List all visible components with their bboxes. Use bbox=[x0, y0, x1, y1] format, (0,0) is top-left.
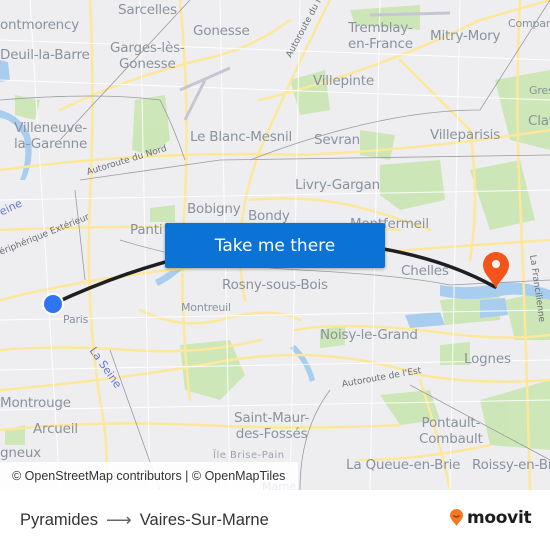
place-label-text: Villeparisis bbox=[430, 127, 501, 143]
woods-area bbox=[480, 380, 550, 450]
place-label-text: La Queue-en-Brie bbox=[346, 457, 461, 473]
place-label-text: Roissy-en-Br bbox=[472, 457, 550, 473]
place-label-text: Le Blanc-Mesnil bbox=[190, 129, 293, 145]
place-label: Compans bbox=[508, 16, 550, 32]
woods-area bbox=[470, 160, 535, 230]
place-label: Le Blanc-Mesnil bbox=[190, 129, 292, 145]
origin-dot-icon bbox=[44, 295, 62, 313]
place-label: Noisy-le-Grand bbox=[320, 327, 418, 343]
place-label: Paris bbox=[63, 312, 88, 328]
place-label: Garges-lès- Gonesse bbox=[110, 40, 185, 72]
place-label-text: la-Garenne bbox=[14, 136, 88, 152]
place-label-text: Montrouge bbox=[0, 395, 71, 411]
place-label-text: Clay bbox=[528, 113, 550, 129]
destination-pin-icon[interactable] bbox=[480, 250, 512, 290]
park-area bbox=[150, 205, 175, 222]
place-label: Livry-Gargan bbox=[295, 177, 380, 193]
place-label: Arcueil bbox=[33, 421, 78, 437]
place-label-text: Lognes bbox=[464, 351, 511, 367]
rail-line bbox=[74, 189, 86, 281]
place-label: gneux bbox=[0, 445, 41, 461]
place-label: Bobigny bbox=[187, 201, 241, 217]
place-label-text: Villeneuve- bbox=[14, 120, 87, 136]
place-label-text: Sevran bbox=[314, 132, 361, 148]
place-label-text: des-Fossés bbox=[235, 426, 308, 442]
route-title: Pyramides ⟶ Vaires-Sur-Marne bbox=[20, 510, 269, 531]
place-label-text: Gonesse bbox=[193, 23, 250, 39]
map[interactable]: Sarcelles ontmorency Gonesse Deuil-la-Barre… bbox=[0, 0, 550, 490]
place-label-text: Sarcelles bbox=[118, 2, 177, 18]
moovit-logo[interactable]: moovit bbox=[449, 508, 532, 528]
place-label-text: Panti bbox=[130, 222, 163, 238]
place-label-text: Rosny-sous-Bois bbox=[222, 277, 328, 293]
place-label: Montrouge bbox=[0, 395, 71, 411]
arrow-right-icon: ⟶ bbox=[105, 510, 132, 530]
place-label-text: en-France bbox=[348, 36, 413, 52]
place-label-text: Gonesse bbox=[119, 56, 176, 72]
place-label-text: Paris bbox=[63, 313, 89, 326]
river-marne bbox=[290, 345, 315, 382]
place-label: Roissy-en-Br bbox=[472, 457, 550, 473]
road bbox=[87, 0, 108, 490]
moovit-pin-icon bbox=[450, 509, 463, 526]
lake bbox=[0, 60, 10, 82]
place-label-text: Pontault- bbox=[421, 415, 481, 431]
place-label: Gonesse bbox=[193, 23, 250, 39]
lake bbox=[405, 312, 445, 328]
street bbox=[0, 399, 550, 411]
airport-runway bbox=[179, 66, 231, 92]
island-label: Île Brise-Pain bbox=[213, 450, 285, 461]
place-label-text: ontmorency bbox=[0, 17, 80, 33]
place-label: Sevran bbox=[314, 132, 360, 148]
moovit-wordmark: moovit bbox=[467, 508, 532, 528]
place-label: Saint-Maur-des-Fossés bbox=[234, 410, 309, 442]
place-label: Bondy bbox=[248, 208, 290, 224]
place-label-text: Villepinte bbox=[313, 73, 374, 89]
place-label-text: Compans bbox=[508, 17, 550, 30]
place-label-text: Chelles bbox=[401, 263, 449, 279]
place-label-text: Gres bbox=[529, 84, 550, 97]
place-label: Deuil-la-Barre bbox=[0, 47, 90, 63]
place-label: Gres bbox=[529, 83, 550, 99]
place-label: ontmorency bbox=[0, 17, 79, 33]
place-label: Tremblay-en-France bbox=[348, 20, 413, 52]
street bbox=[29, 0, 61, 490]
origin-marker[interactable] bbox=[41, 292, 65, 316]
airport-runway bbox=[369, 11, 451, 17]
place-label-text: Bondy bbox=[248, 208, 290, 224]
place-label: Villeneuve-la-Garenne bbox=[14, 120, 87, 152]
origin-name: Pyramides bbox=[20, 511, 98, 529]
place-label-text: Saint-Maur- bbox=[234, 410, 310, 426]
destination-name: Vaires-Sur-Marne bbox=[139, 511, 269, 529]
place-label-text: gneux bbox=[0, 445, 41, 461]
take-me-there-button[interactable]: Take me there bbox=[165, 223, 385, 268]
woods-area bbox=[380, 160, 445, 210]
place-label: Clay bbox=[528, 113, 550, 129]
place-label: Villeparisis bbox=[430, 127, 500, 143]
place-label: Mitry-Mory bbox=[430, 28, 501, 44]
place-label-text: Montreuil bbox=[181, 301, 231, 314]
place-label-text: Livry-Gargan bbox=[295, 177, 380, 193]
place-label: Chelles bbox=[401, 263, 449, 279]
place-label: Lognes bbox=[464, 351, 511, 367]
place-label: Pontault- Combault bbox=[419, 415, 483, 447]
place-label-text: Bobigny bbox=[187, 201, 241, 217]
place-label-text: Mitry-Mory bbox=[430, 28, 501, 44]
map-attribution[interactable]: © OpenStreetMap contributors | © OpenMap… bbox=[0, 462, 298, 490]
place-label-text: Combault bbox=[419, 431, 483, 447]
place-label-text: Deuil-la-Barre bbox=[0, 47, 90, 63]
lake bbox=[480, 298, 508, 318]
place-label-text: Arcueil bbox=[33, 421, 78, 437]
place-label: Villepinte bbox=[313, 73, 374, 89]
place-label: Montreuil bbox=[181, 300, 231, 316]
place-label-text: Garges-lès- bbox=[110, 40, 185, 56]
place-label: Rosny-sous-Bois bbox=[222, 277, 328, 293]
place-label-text: Tremblay- bbox=[348, 20, 413, 36]
place-label: Panti bbox=[130, 222, 163, 238]
place-label: La Queue-en-Brie bbox=[346, 457, 460, 473]
place-label: Sarcelles bbox=[118, 2, 177, 18]
place-label-text: Noisy-le-Grand bbox=[320, 327, 418, 343]
